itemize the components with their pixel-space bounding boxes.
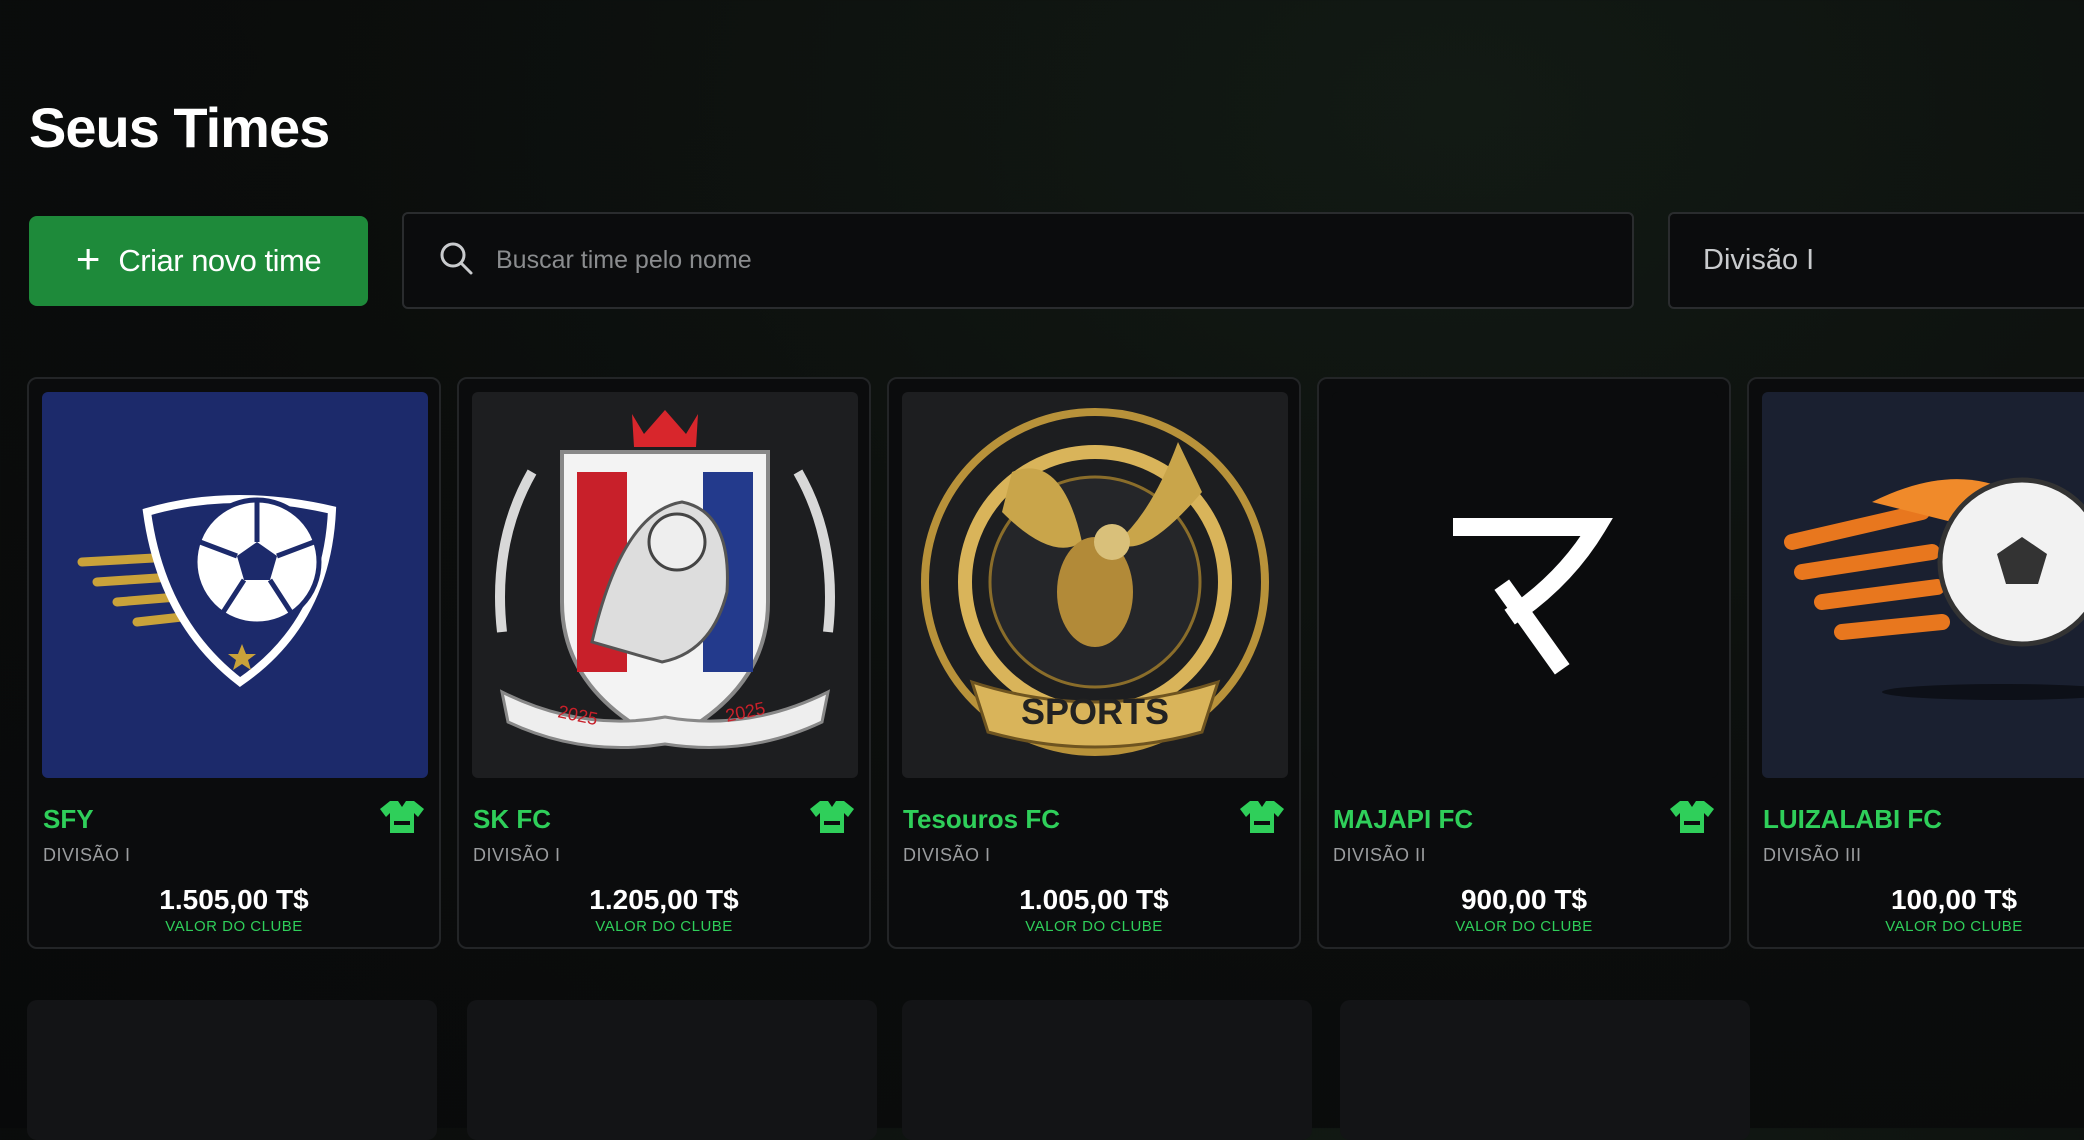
team-card-luizalabi-fc[interactable]: LUIZALABI FC DIVISÃO III 100,00 T$ VALOR… (1747, 377, 2084, 949)
team-division: DIVISÃO I (473, 845, 561, 865)
team-division: DIVISÃO II (1333, 845, 1427, 865)
svg-text:SPORTS: SPORTS (1021, 691, 1169, 732)
team-value-label: VALOR DO CLUBE (165, 918, 303, 935)
team-name: MAJAPI FC (1333, 804, 1474, 834)
team-crest-image: SPORTS (902, 392, 1288, 778)
team-value-label: VALOR DO CLUBE (1885, 918, 2023, 935)
team-name: SK FC (473, 804, 551, 834)
division-select[interactable]: Divisão I (1668, 212, 2084, 309)
team-value-label: VALOR DO CLUBE (1025, 918, 1163, 935)
team-crest-image (1762, 392, 2084, 778)
team-card-tesouros-fc[interactable]: SPORTS Tesouros FC DIVISÃO I 1.005,00 T$… (887, 377, 1301, 949)
team-card-majapi-fc[interactable]: MAJAPI FC DIVISÃO II 900,00 T$ VALOR DO … (1317, 377, 1731, 949)
team-division: DIVISÃO I (903, 845, 991, 865)
team-value-label: VALOR DO CLUBE (1455, 918, 1593, 935)
loading-skeleton-card (27, 1000, 437, 1140)
team-card-sk-fc[interactable]: 2025 2025 SK FC DIVISÃO I 1.205,00 T$ VA… (457, 377, 871, 949)
team-value: 1.005,00 T$ (1019, 884, 1169, 915)
team-division: DIVISÃO I (43, 845, 131, 865)
loading-skeleton-card (467, 1000, 877, 1140)
team-value-label: VALOR DO CLUBE (595, 918, 733, 935)
division-select-value: Divisão I (1703, 244, 1815, 276)
team-jersey-icon (1670, 801, 1714, 833)
create-team-button[interactable]: + Criar novo time (29, 216, 368, 306)
create-team-label: Criar novo time (118, 243, 322, 278)
team-name: SFY (43, 804, 94, 834)
page-title: Seus Times (29, 96, 330, 159)
team-value: 1.505,00 T$ (159, 884, 309, 915)
team-value: 1.205,00 T$ (589, 884, 739, 915)
loading-skeleton-card (902, 1000, 1312, 1140)
team-crest-image (1332, 392, 1718, 778)
team-crest-image (42, 392, 428, 778)
search-input[interactable] (494, 245, 1398, 276)
team-crest-image: 2025 2025 (472, 392, 858, 778)
plus-icon: + (75, 235, 101, 282)
team-jersey-icon (810, 801, 854, 833)
team-jersey-icon (1240, 801, 1284, 833)
search-icon (438, 240, 474, 281)
team-division: DIVISÃO III (1763, 845, 1862, 865)
team-value: 900,00 T$ (1460, 884, 1588, 915)
team-name: LUIZALABI FC (1763, 804, 1943, 834)
team-name: Tesouros FC (903, 804, 1060, 834)
team-card-sfy[interactable]: SFY DIVISÃO I 1.505,00 T$ VALOR DO CLUBE (27, 377, 441, 949)
team-jersey-icon (380, 801, 424, 833)
team-value: 100,00 T$ (1890, 884, 2018, 915)
loading-skeleton-card (1340, 1000, 1750, 1140)
search-box[interactable] (402, 212, 1634, 309)
